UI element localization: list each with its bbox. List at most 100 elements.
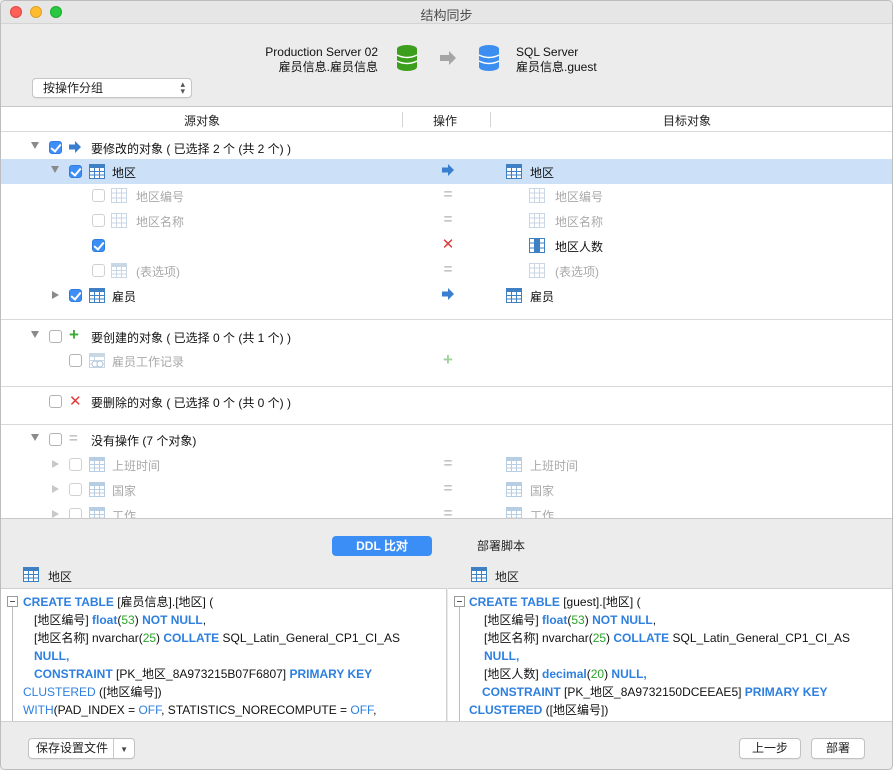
equal-icon: =: [443, 480, 453, 497]
code-keyword: COLLATE: [613, 631, 670, 645]
code-text: ,: [652, 613, 657, 627]
group-by-select[interactable]: 按操作分组 ▴ ▾: [32, 78, 192, 98]
disclosure-triangle-icon[interactable]: [31, 142, 39, 149]
target-database-icon: [478, 45, 500, 71]
deploy-button[interactable]: 部署: [811, 738, 865, 759]
code-text: ): [134, 613, 143, 627]
equal-icon: =: [443, 505, 453, 519]
table-icon: [471, 567, 487, 582]
source-schema: 雇员信息.雇员信息: [278, 60, 378, 74]
tree-row-field-new[interactable]: ✕ 地区人数: [1, 233, 892, 258]
table-icon: [506, 288, 522, 303]
tree-row-field[interactable]: 地区名称 = 地区名称: [1, 208, 892, 233]
code-keyword: float: [92, 613, 118, 627]
source-table-name: 工作: [112, 509, 137, 519]
disclosure-triangle-icon[interactable]: [52, 485, 59, 493]
ddl-source-code[interactable]: CREATE TABLE [雇员信息].[地区] ( [地区编号] float (…: [1, 588, 447, 721]
fold-toggle-icon[interactable]: [7, 596, 18, 607]
disclosure-triangle-icon[interactable]: [51, 166, 59, 173]
target-table-name: 雇员: [530, 290, 555, 304]
code-text: [PK_地区_8A9732150DCEEAE5]: [560, 685, 745, 699]
code-text: ([地区编号]): [542, 703, 609, 717]
checkbox-field[interactable]: [92, 214, 105, 227]
fold-guide: [12, 607, 13, 721]
tree-column-header: 源对象 操作 目标对象: [1, 107, 892, 132]
target-info: SQL Server 雇员信息.guest: [516, 45, 597, 75]
footer-bar: 保存设置文件 ▼ 上一步 部署: [1, 721, 892, 769]
source-field-name: 地区编号: [136, 190, 185, 204]
code-keyword: OFF: [138, 703, 162, 717]
fold-toggle-icon[interactable]: [454, 596, 465, 607]
tree-row-noop-table[interactable]: 国家 = 国家: [1, 477, 892, 502]
group-row-modify[interactable]: 要修改的对象 ( 已选择 2 个 (共 2 个) ): [1, 135, 892, 160]
checkbox-noop-group[interactable]: [49, 433, 62, 446]
tree-row-field[interactable]: 地区编号 = 地区编号: [1, 183, 892, 208]
column-operation[interactable]: 操作: [433, 112, 457, 129]
window-title: 结构同步: [420, 8, 473, 23]
code-text: [guest].[地区] (: [559, 595, 641, 609]
ddl-right-title: 地区: [495, 570, 520, 584]
checkbox-field[interactable]: [92, 189, 105, 202]
disclosure-triangle-icon[interactable]: [31, 331, 39, 338]
op-modify: [440, 288, 456, 303]
column-target[interactable]: 目标对象: [663, 112, 711, 129]
checkbox-noop-table[interactable]: [69, 483, 82, 496]
code-keyword: COLLATE: [163, 631, 220, 645]
checkbox-delete-group[interactable]: [49, 395, 62, 408]
column-source[interactable]: 源对象: [184, 112, 220, 129]
checkbox-create-group[interactable]: [49, 330, 62, 343]
split-divider: [113, 739, 114, 758]
structure-sync-window: 结构同步 Production Server 02 雇员信息.雇员信息 SQL …: [0, 0, 893, 770]
checkbox-table-employee[interactable]: [69, 289, 82, 302]
column-icon: [529, 188, 545, 203]
checkbox-modify-group[interactable]: [49, 141, 62, 154]
previous-step-button[interactable]: 上一步: [739, 738, 801, 759]
checkbox-field[interactable]: [92, 239, 105, 252]
group-row-create[interactable]: + 要创建的对象 ( 已选择 0 个 (共 1 个) ): [1, 324, 892, 349]
code-keyword: PRIMARY KEY: [744, 685, 828, 699]
add-plus-icon: +: [443, 350, 453, 369]
code-keyword: decimal: [542, 667, 587, 681]
code-keyword: CREATE TABLE: [469, 595, 560, 609]
connection-header: Production Server 02 雇员信息.雇员信息 SQL Serve…: [1, 24, 892, 106]
tree-row-create-item[interactable]: 雇员工作记录 +: [1, 348, 892, 387]
checkbox-noop-table[interactable]: [69, 508, 82, 518]
disclosure-triangle-icon[interactable]: [31, 434, 39, 441]
ddl-target-code[interactable]: CREATE TABLE [guest].[地区] ( [地区编号] float…: [448, 588, 892, 721]
column-icon: [529, 213, 545, 228]
tree-row-table-region[interactable]: 地区 地区: [1, 159, 892, 184]
checkbox-create-item[interactable]: [69, 354, 82, 367]
tree-row-noop-table[interactable]: 上班时间 = 上班时间: [1, 452, 892, 477]
code-keyword: NULL,: [484, 649, 520, 663]
ddl-left-title: 地区: [48, 570, 73, 584]
code-text: SQL_Latin_General_CP1_CI_AS: [669, 631, 850, 645]
add-plus-icon: +: [69, 325, 79, 344]
source-table-name: 雇员工作记录: [112, 355, 185, 369]
code-keyword: PRIMARY KEY: [289, 667, 373, 681]
code-text: [PK_地区_8A973215B07F6807]: [112, 667, 290, 681]
checkbox-table-region[interactable]: [69, 165, 82, 178]
tree-row-noop-table[interactable]: 工作 = 工作: [1, 502, 892, 519]
tab-ddl-compare[interactable]: DDL 比对: [332, 536, 432, 556]
group-row-noop[interactable]: = 没有操作 (7 个对象): [1, 427, 892, 452]
table-options-icon: [111, 263, 127, 278]
tree-row-table-options[interactable]: (表选项) = (表选项): [1, 258, 892, 283]
table-icon: [89, 457, 105, 472]
checkbox-options[interactable]: [92, 264, 105, 277]
chevron-down-icon[interactable]: ▼: [120, 740, 128, 759]
disclosure-triangle-icon[interactable]: [52, 510, 59, 518]
tab-deploy-script[interactable]: 部署脚本: [461, 536, 541, 556]
equal-icon: =: [443, 186, 453, 203]
disclosure-triangle-icon[interactable]: [52, 291, 59, 299]
checkbox-noop-table[interactable]: [69, 458, 82, 471]
disclosure-triangle-icon[interactable]: [52, 460, 59, 468]
source-table-name: 雇员: [112, 290, 137, 304]
save-settings-button[interactable]: 保存设置文件 ▼: [28, 738, 135, 759]
source-table-name: 地区: [112, 166, 137, 180]
code-text: SQL_Latin_General_CP1_CI_AS: [219, 631, 400, 645]
group-row-delete[interactable]: ✕ 要删除的对象 ( 已选择 0 个 (共 0 个) ): [1, 389, 892, 425]
code-text: ,: [202, 613, 207, 627]
tree-row-table-employee[interactable]: 雇员 雇员: [1, 283, 892, 320]
target-table-name: 地区: [530, 166, 555, 180]
code-keyword: NOT NULL: [592, 613, 653, 627]
